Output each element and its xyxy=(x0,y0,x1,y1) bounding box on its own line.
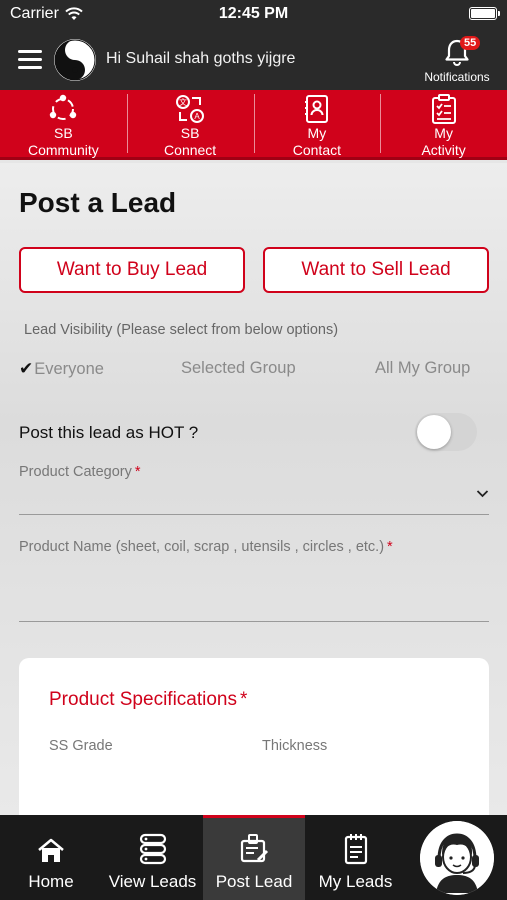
hamburger-menu-icon[interactable] xyxy=(18,50,42,70)
notepad-icon xyxy=(344,834,367,865)
nav-label-line1: My xyxy=(434,125,453,141)
ss-grade-field-label[interactable]: SS Grade xyxy=(49,738,113,754)
visibility-option-all-my-group[interactable]: All My Group xyxy=(375,359,470,378)
checkmark-icon: ✔ xyxy=(19,359,34,378)
post-lead-icon xyxy=(240,834,269,863)
required-asterisk: * xyxy=(387,539,393,555)
notifications-button[interactable]: 55 Notifications xyxy=(417,34,497,88)
notifications-label: Notifications xyxy=(424,70,490,84)
chevron-down-icon[interactable] xyxy=(476,489,489,498)
product-category-label: Product Category * xyxy=(19,464,141,480)
connect-icon: 文 A xyxy=(176,95,205,123)
nav-sb-community[interactable]: SB Community xyxy=(0,90,127,158)
thickness-field-label[interactable]: Thickness xyxy=(262,738,327,754)
post-as-hot-toggle[interactable] xyxy=(415,413,477,451)
status-bar: Carrier 12:45 PM xyxy=(0,0,507,30)
bottom-nav-label: Home xyxy=(28,872,74,891)
notification-count-badge: 55 xyxy=(460,36,481,50)
visibility-option-everyone[interactable]: ✔Everyone xyxy=(19,359,104,379)
product-specifications-title-text: Product Specifications xyxy=(49,689,237,710)
bottom-nav-view-leads[interactable]: View Leads xyxy=(102,815,203,900)
customer-support-avatar-button[interactable] xyxy=(420,821,494,895)
nav-label-line1: SB xyxy=(54,125,73,141)
product-name-input[interactable] xyxy=(19,621,489,622)
want-to-sell-lead-button[interactable]: Want to Sell Lead xyxy=(263,247,489,293)
clock: 12:45 PM xyxy=(218,5,289,22)
nav-label-line2: Contact xyxy=(292,142,341,158)
contact-card-icon xyxy=(304,95,328,123)
visibility-option-label: Selected Group xyxy=(181,359,296,377)
user-greeting: Hi Suhail shah goths yijgre xyxy=(106,50,296,67)
nav-label-line2: Community xyxy=(27,142,99,158)
home-icon xyxy=(38,838,64,862)
toggle-knob xyxy=(417,415,451,449)
want-to-buy-lead-button[interactable]: Want to Buy Lead xyxy=(19,247,245,293)
bottom-nav-home[interactable]: Home xyxy=(0,815,102,900)
support-agent-icon xyxy=(420,821,494,895)
product-specifications-title: Product Specifications * xyxy=(49,689,247,711)
product-specifications-card: Product Specifications * SS Grade Thickne… xyxy=(19,658,489,815)
product-category-label-text: Product Category xyxy=(19,464,132,480)
nav-label-line2: Connect xyxy=(164,142,217,158)
nav-my-contact[interactable]: My Contact xyxy=(253,90,381,158)
bottom-nav-label: Post Lead xyxy=(215,872,293,891)
yin-yang-logo xyxy=(54,39,96,81)
top-navigation: SB Community 文 A SB Connect My Contact M… xyxy=(0,90,507,160)
app-header: Hi Suhail shah goths yijgre 55 Notificat… xyxy=(0,30,507,90)
product-name-label: Product Name (sheet, coil, scrap , utens… xyxy=(19,539,393,555)
post-as-hot-label: Post this lead as HOT ? xyxy=(19,423,199,442)
page-title: Post a Lead xyxy=(19,187,177,218)
post-lead-form: Post a Lead Want to Buy Lead Want to Sel… xyxy=(0,163,507,815)
clipboard-icon xyxy=(431,94,456,124)
product-category-dropdown[interactable] xyxy=(19,514,489,515)
database-icon xyxy=(139,833,166,865)
community-icon xyxy=(50,94,77,120)
nav-sb-connect[interactable]: 文 A SB Connect xyxy=(126,90,254,158)
svg-text:A: A xyxy=(194,112,200,121)
lead-visibility-label: Lead Visibility (Please select from belo… xyxy=(24,322,339,338)
bottom-nav-label: View Leads xyxy=(108,872,197,891)
nav-label-line1: My xyxy=(307,125,327,141)
nav-my-activity[interactable]: My Activity xyxy=(380,90,507,158)
battery-icon xyxy=(469,7,500,20)
bottom-navigation: Home View Leads Post Lead My Leads xyxy=(0,815,507,900)
visibility-option-selected-group[interactable]: Selected Group xyxy=(181,359,296,378)
svg-text:文: 文 xyxy=(179,97,187,107)
product-name-label-text: Product Name (sheet, coil, scrap , utens… xyxy=(19,539,385,555)
nav-label-line1: SB xyxy=(180,125,200,141)
required-asterisk: * xyxy=(240,689,248,710)
visibility-option-label: Everyone xyxy=(34,360,104,378)
bottom-nav-label: My Leads xyxy=(318,872,393,891)
visibility-option-label: All My Group xyxy=(375,359,471,377)
bottom-nav-post-lead[interactable]: Post Lead xyxy=(203,815,305,900)
required-asterisk: * xyxy=(134,464,141,480)
nav-label-line2: Activity xyxy=(421,142,466,158)
bottom-nav-my-leads[interactable]: My Leads xyxy=(305,815,406,900)
